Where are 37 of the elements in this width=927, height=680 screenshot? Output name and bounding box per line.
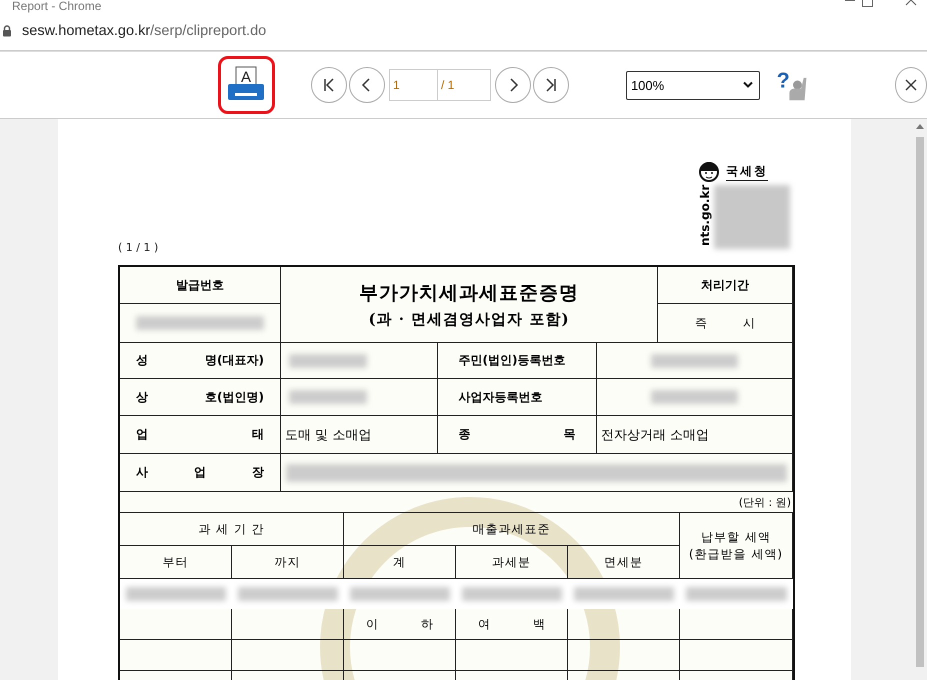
table-header: 발급번호 (120, 267, 281, 304)
scroll-up-icon[interactable] (916, 124, 924, 129)
close-button[interactable] (894, 67, 927, 103)
last-page-icon (544, 78, 558, 92)
field-label: 주민(법인)등록번호 (458, 352, 567, 369)
document-title: 부가가치세과세표준증명 (359, 281, 579, 306)
field-label: 사 업 장 (136, 464, 264, 481)
maximize-icon[interactable] (862, 0, 873, 7)
field-value: 도매 및 소매업 (284, 426, 372, 444)
window-title: Report - Chrome (12, 0, 102, 12)
last-page-button[interactable] (532, 67, 569, 103)
cell-text: 여 백 (478, 616, 545, 632)
field-value: 전자상거래 소매업 (600, 426, 710, 444)
url-text[interactable]: sesw.hometax.go.kr/serp/clipreport.do (22, 23, 266, 39)
print-button[interactable]: A (218, 56, 275, 114)
close-icon (904, 78, 918, 92)
unit-label: (단위 : 원) (738, 494, 791, 510)
table-header: 과 세 기 간 (120, 513, 344, 546)
first-page-button[interactable] (310, 67, 347, 103)
first-page-icon (322, 78, 336, 92)
page-number-field[interactable]: 1 / 1 (388, 69, 491, 101)
table-header: 매출과세표준 (344, 513, 680, 546)
field-label: 업 태 (136, 426, 264, 443)
field-label: 상 호(법인명) (136, 388, 264, 406)
cell-text: 이 하 (366, 616, 433, 632)
document-subtitle: (과 · 면세겸영사업자 포함) (368, 310, 570, 329)
logo-text: 국세청 (726, 163, 768, 181)
logo-url: nts.go.kr (698, 185, 712, 248)
field-label: 성 명(대표자) (136, 352, 264, 369)
table-cell: 즉 시 (694, 314, 756, 332)
mascot-icon (698, 161, 720, 183)
field-label: 사업자등록번호 (458, 388, 544, 406)
field-label: 종 목 (458, 426, 576, 443)
table-header: 처리기간 (658, 267, 793, 304)
lock-icon (2, 25, 12, 37)
zoom-select[interactable]: 100% (626, 70, 760, 100)
scrollbar-thumb[interactable] (916, 137, 924, 667)
